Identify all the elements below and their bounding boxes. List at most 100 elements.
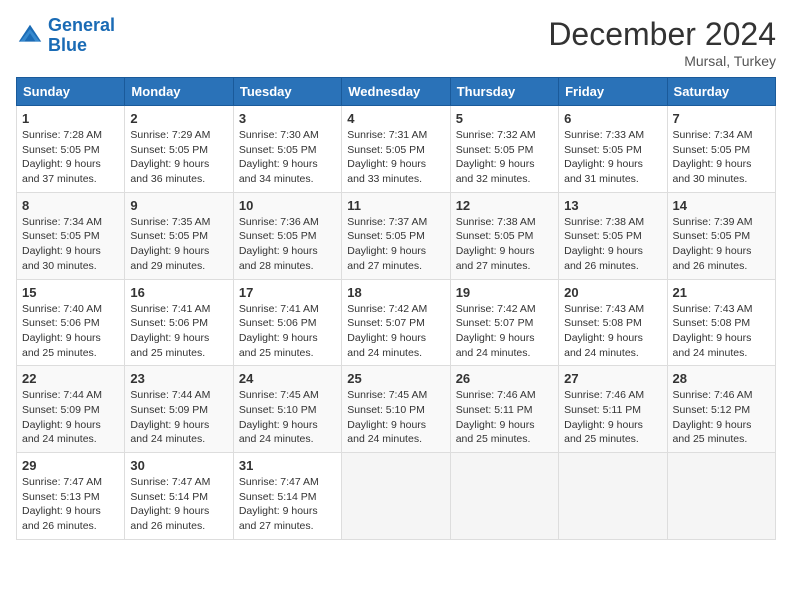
day-number: 29 — [22, 458, 119, 473]
day-info: Sunrise: 7:47 AM Sunset: 5:13 PM Dayligh… — [22, 475, 119, 534]
day-info: Sunrise: 7:38 AM Sunset: 5:05 PM Dayligh… — [456, 215, 553, 274]
day-cell: 5 Sunrise: 7:32 AM Sunset: 5:05 PM Dayli… — [450, 106, 558, 193]
day-cell: 3 Sunrise: 7:30 AM Sunset: 5:05 PM Dayli… — [233, 106, 341, 193]
day-cell: 21 Sunrise: 7:43 AM Sunset: 5:08 PM Dayl… — [667, 279, 775, 366]
day-number: 15 — [22, 285, 119, 300]
day-cell: 11 Sunrise: 7:37 AM Sunset: 5:05 PM Dayl… — [342, 192, 450, 279]
day-number: 23 — [130, 371, 227, 386]
day-cell: 26 Sunrise: 7:46 AM Sunset: 5:11 PM Dayl… — [450, 366, 558, 453]
day-number: 26 — [456, 371, 553, 386]
day-number: 3 — [239, 111, 336, 126]
day-cell: 13 Sunrise: 7:38 AM Sunset: 5:05 PM Dayl… — [559, 192, 667, 279]
day-info: Sunrise: 7:37 AM Sunset: 5:05 PM Dayligh… — [347, 215, 444, 274]
day-info: Sunrise: 7:46 AM Sunset: 5:11 PM Dayligh… — [564, 388, 661, 447]
day-cell: 27 Sunrise: 7:46 AM Sunset: 5:11 PM Dayl… — [559, 366, 667, 453]
day-number: 9 — [130, 198, 227, 213]
day-cell — [450, 453, 558, 540]
day-info: Sunrise: 7:42 AM Sunset: 5:07 PM Dayligh… — [347, 302, 444, 361]
week-row-3: 15 Sunrise: 7:40 AM Sunset: 5:06 PM Dayl… — [17, 279, 776, 366]
day-info: Sunrise: 7:46 AM Sunset: 5:12 PM Dayligh… — [673, 388, 770, 447]
day-info: Sunrise: 7:43 AM Sunset: 5:08 PM Dayligh… — [673, 302, 770, 361]
day-info: Sunrise: 7:41 AM Sunset: 5:06 PM Dayligh… — [130, 302, 227, 361]
day-number: 31 — [239, 458, 336, 473]
page-title: December 2024 — [548, 16, 776, 53]
day-info: Sunrise: 7:38 AM Sunset: 5:05 PM Dayligh… — [564, 215, 661, 274]
day-number: 27 — [564, 371, 661, 386]
day-number: 10 — [239, 198, 336, 213]
day-number: 13 — [564, 198, 661, 213]
day-cell: 31 Sunrise: 7:47 AM Sunset: 5:14 PM Dayl… — [233, 453, 341, 540]
day-info: Sunrise: 7:44 AM Sunset: 5:09 PM Dayligh… — [130, 388, 227, 447]
day-info: Sunrise: 7:45 AM Sunset: 5:10 PM Dayligh… — [239, 388, 336, 447]
day-cell: 24 Sunrise: 7:45 AM Sunset: 5:10 PM Dayl… — [233, 366, 341, 453]
day-cell — [342, 453, 450, 540]
day-info: Sunrise: 7:45 AM Sunset: 5:10 PM Dayligh… — [347, 388, 444, 447]
calendar-table: SundayMondayTuesdayWednesdayThursdayFrid… — [16, 77, 776, 540]
day-cell: 8 Sunrise: 7:34 AM Sunset: 5:05 PM Dayli… — [17, 192, 125, 279]
day-cell: 10 Sunrise: 7:36 AM Sunset: 5:05 PM Dayl… — [233, 192, 341, 279]
day-info: Sunrise: 7:44 AM Sunset: 5:09 PM Dayligh… — [22, 388, 119, 447]
day-cell: 22 Sunrise: 7:44 AM Sunset: 5:09 PM Dayl… — [17, 366, 125, 453]
day-number: 7 — [673, 111, 770, 126]
day-cell: 15 Sunrise: 7:40 AM Sunset: 5:06 PM Dayl… — [17, 279, 125, 366]
day-cell: 30 Sunrise: 7:47 AM Sunset: 5:14 PM Dayl… — [125, 453, 233, 540]
day-info: Sunrise: 7:42 AM Sunset: 5:07 PM Dayligh… — [456, 302, 553, 361]
week-row-4: 22 Sunrise: 7:44 AM Sunset: 5:09 PM Dayl… — [17, 366, 776, 453]
title-section: December 2024 Mursal, Turkey — [548, 16, 776, 69]
day-number: 19 — [456, 285, 553, 300]
day-info: Sunrise: 7:41 AM Sunset: 5:06 PM Dayligh… — [239, 302, 336, 361]
day-cell: 12 Sunrise: 7:38 AM Sunset: 5:05 PM Dayl… — [450, 192, 558, 279]
day-info: Sunrise: 7:36 AM Sunset: 5:05 PM Dayligh… — [239, 215, 336, 274]
day-number: 2 — [130, 111, 227, 126]
day-info: Sunrise: 7:30 AM Sunset: 5:05 PM Dayligh… — [239, 128, 336, 187]
header-row: SundayMondayTuesdayWednesdayThursdayFrid… — [17, 78, 776, 106]
day-number: 28 — [673, 371, 770, 386]
day-number: 4 — [347, 111, 444, 126]
day-cell: 6 Sunrise: 7:33 AM Sunset: 5:05 PM Dayli… — [559, 106, 667, 193]
column-header-saturday: Saturday — [667, 78, 775, 106]
day-number: 17 — [239, 285, 336, 300]
day-info: Sunrise: 7:46 AM Sunset: 5:11 PM Dayligh… — [456, 388, 553, 447]
day-number: 5 — [456, 111, 553, 126]
day-cell: 28 Sunrise: 7:46 AM Sunset: 5:12 PM Dayl… — [667, 366, 775, 453]
day-number: 20 — [564, 285, 661, 300]
column-header-wednesday: Wednesday — [342, 78, 450, 106]
day-info: Sunrise: 7:39 AM Sunset: 5:05 PM Dayligh… — [673, 215, 770, 274]
day-number: 1 — [22, 111, 119, 126]
day-number: 25 — [347, 371, 444, 386]
week-row-5: 29 Sunrise: 7:47 AM Sunset: 5:13 PM Dayl… — [17, 453, 776, 540]
day-number: 18 — [347, 285, 444, 300]
day-cell: 14 Sunrise: 7:39 AM Sunset: 5:05 PM Dayl… — [667, 192, 775, 279]
day-info: Sunrise: 7:28 AM Sunset: 5:05 PM Dayligh… — [22, 128, 119, 187]
day-cell: 16 Sunrise: 7:41 AM Sunset: 5:06 PM Dayl… — [125, 279, 233, 366]
column-header-thursday: Thursday — [450, 78, 558, 106]
day-info: Sunrise: 7:33 AM Sunset: 5:05 PM Dayligh… — [564, 128, 661, 187]
logo-icon — [16, 22, 44, 50]
column-header-sunday: Sunday — [17, 78, 125, 106]
day-info: Sunrise: 7:31 AM Sunset: 5:05 PM Dayligh… — [347, 128, 444, 187]
logo: GeneralBlue — [16, 16, 115, 56]
column-header-tuesday: Tuesday — [233, 78, 341, 106]
day-number: 12 — [456, 198, 553, 213]
day-number: 8 — [22, 198, 119, 213]
day-number: 30 — [130, 458, 227, 473]
day-cell: 25 Sunrise: 7:45 AM Sunset: 5:10 PM Dayl… — [342, 366, 450, 453]
day-number: 6 — [564, 111, 661, 126]
day-info: Sunrise: 7:43 AM Sunset: 5:08 PM Dayligh… — [564, 302, 661, 361]
day-cell: 20 Sunrise: 7:43 AM Sunset: 5:08 PM Dayl… — [559, 279, 667, 366]
page-subtitle: Mursal, Turkey — [548, 53, 776, 69]
day-cell: 1 Sunrise: 7:28 AM Sunset: 5:05 PM Dayli… — [17, 106, 125, 193]
day-cell: 9 Sunrise: 7:35 AM Sunset: 5:05 PM Dayli… — [125, 192, 233, 279]
day-number: 16 — [130, 285, 227, 300]
day-info: Sunrise: 7:47 AM Sunset: 5:14 PM Dayligh… — [130, 475, 227, 534]
day-info: Sunrise: 7:40 AM Sunset: 5:06 PM Dayligh… — [22, 302, 119, 361]
day-cell: 19 Sunrise: 7:42 AM Sunset: 5:07 PM Dayl… — [450, 279, 558, 366]
day-cell: 4 Sunrise: 7:31 AM Sunset: 5:05 PM Dayli… — [342, 106, 450, 193]
day-info: Sunrise: 7:47 AM Sunset: 5:14 PM Dayligh… — [239, 475, 336, 534]
day-info: Sunrise: 7:34 AM Sunset: 5:05 PM Dayligh… — [673, 128, 770, 187]
day-cell: 29 Sunrise: 7:47 AM Sunset: 5:13 PM Dayl… — [17, 453, 125, 540]
day-cell: 2 Sunrise: 7:29 AM Sunset: 5:05 PM Dayli… — [125, 106, 233, 193]
week-row-2: 8 Sunrise: 7:34 AM Sunset: 5:05 PM Dayli… — [17, 192, 776, 279]
day-cell: 17 Sunrise: 7:41 AM Sunset: 5:06 PM Dayl… — [233, 279, 341, 366]
day-number: 22 — [22, 371, 119, 386]
